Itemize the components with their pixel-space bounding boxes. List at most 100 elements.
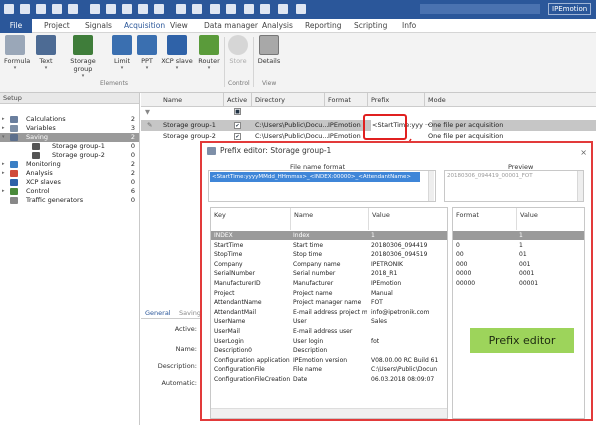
table-row[interactable]: Company Company name IPETRONIK	[211, 260, 447, 269]
menu-analysis[interactable]: Analysis	[262, 21, 293, 30]
expander-icon[interactable]: ▸	[2, 187, 5, 196]
sidebar-item-storage-group-2[interactable]: Storage group-2 0	[0, 151, 139, 160]
menu-info[interactable]: Info	[402, 21, 416, 30]
menu-view[interactable]: View	[170, 21, 188, 30]
table-row[interactable]: StartTime Start time 20180306_094419	[211, 241, 447, 250]
table-row[interactable]: StopTime Stop time 20180306_094519	[211, 250, 447, 259]
expander-icon[interactable]: ▸	[2, 124, 5, 133]
sidebar-item-storage-group-1[interactable]: Storage group-1 0	[0, 142, 139, 151]
formula-button[interactable]: Formula ▾	[4, 35, 30, 71]
col-format[interactable]: Format	[453, 208, 517, 230]
active-checkbox[interactable]: ✔	[234, 122, 241, 129]
menu-data-manager[interactable]: Data manager	[204, 21, 258, 30]
text-button[interactable]: Text ▾	[36, 35, 56, 71]
row-key: Company	[214, 260, 243, 268]
open-icon[interactable]	[36, 4, 46, 14]
col-value[interactable]: Value	[369, 208, 447, 230]
close-icon[interactable]: ×	[580, 145, 587, 161]
xcp-slave-button[interactable]: XCP slave ▾	[160, 35, 194, 71]
screenshot-icon[interactable]	[278, 4, 288, 14]
table-row[interactable]: AttendantName Project manager name FOT	[211, 298, 447, 307]
scrollbar[interactable]	[428, 171, 434, 201]
col-mode[interactable]: Mode	[428, 96, 446, 104]
table-row[interactable]: ManufacturerID Manufacturer IPEmotion	[211, 279, 447, 288]
expander-icon[interactable]: ▸	[2, 160, 5, 169]
format-row[interactable]: 000 001	[453, 260, 584, 269]
col-key[interactable]: Key	[211, 208, 291, 230]
filter-checkbox[interactable]: ■	[234, 108, 241, 115]
sidebar-item-monitoring[interactable]: ▸ Monitoring 2	[0, 160, 139, 169]
router-button[interactable]: Router ▾	[196, 35, 222, 71]
copy-icon[interactable]	[106, 4, 116, 14]
col-format-value[interactable]: Value	[517, 208, 584, 230]
file-name-format-text[interactable]: <StartTime:yyyyMMdd_HHmmss>_<INDEX:00000…	[210, 172, 420, 182]
col-name[interactable]: Name	[163, 96, 182, 104]
menu-scripting[interactable]: Scripting	[354, 21, 387, 30]
save-as-icon[interactable]	[68, 4, 78, 14]
save-icon[interactable]	[52, 4, 62, 14]
table-row[interactable]: INDEX Index 1	[211, 231, 447, 241]
delete-icon[interactable]	[176, 4, 186, 14]
table-row[interactable]: Description0 Description	[211, 346, 447, 355]
title-bar: IPEmotion	[0, 0, 596, 19]
menu-acquisition[interactable]: Acquisition	[124, 21, 165, 30]
table-row[interactable]: ConfigurationFileCreation Date 06.03.2018 …	[211, 375, 447, 384]
store-label: Store	[229, 57, 247, 65]
delete-all-icon[interactable]	[192, 4, 202, 14]
menu-signals[interactable]: Signals	[85, 21, 112, 30]
table-row[interactable]: Project Project name Manual	[211, 289, 447, 298]
sidebar-item-traffic-generators[interactable]: Traffic generators 0	[0, 196, 139, 205]
expander-icon[interactable]: ▸	[2, 169, 5, 178]
expander-icon[interactable]: ▾	[2, 133, 5, 142]
sidebar-item-variables[interactable]: ▸ Variables 3	[0, 124, 139, 133]
redo-icon[interactable]	[226, 4, 236, 14]
table-row[interactable]: AttendantMail E-mail address project mana…	[211, 308, 447, 317]
menu-file[interactable]: File	[0, 19, 32, 33]
format-row[interactable]: 00 01	[453, 250, 584, 259]
format-row[interactable]: 01	[453, 241, 584, 250]
scrollbar[interactable]	[577, 171, 583, 201]
col-active[interactable]: Active	[227, 96, 247, 104]
store-button[interactable]: Store	[228, 35, 248, 65]
details-button[interactable]: Details	[256, 35, 282, 65]
customize-icon[interactable]	[296, 4, 306, 14]
sidebar-item-analysis[interactable]: ▸ Analysis 2	[0, 169, 139, 178]
active-checkbox[interactable]: ✔	[234, 133, 241, 140]
dialog-title-bar[interactable]: Prefix editor: Storage group-1 ×	[202, 143, 591, 159]
sidebar-item-saving[interactable]: ▾ Saving 2	[0, 133, 139, 142]
new-icon[interactable]	[20, 4, 30, 14]
col-name[interactable]: Name	[291, 208, 369, 230]
paste-icon[interactable]	[122, 4, 132, 14]
table-row[interactable]: SerialNumber Serial number 2018_R1	[211, 269, 447, 278]
menu-project[interactable]: Project	[44, 21, 70, 30]
tab-saving[interactable]: Saving	[179, 309, 201, 317]
table-row[interactable]: UserLogin User login fot	[211, 337, 447, 346]
table-row[interactable]: UserMail E-mail address user	[211, 327, 447, 336]
row-directory: C:\Users\Public\Docu...	[255, 121, 329, 129]
horizontal-scrollbar[interactable]	[211, 408, 447, 418]
limit-button[interactable]: Limit ▾	[112, 35, 132, 71]
menu-reporting[interactable]: Reporting	[305, 21, 341, 30]
format-row[interactable]: 00000 00001	[453, 279, 584, 288]
settings-icon[interactable]	[244, 4, 254, 14]
paste-special-icon[interactable]	[138, 4, 148, 14]
table-row[interactable]: Configuration application IPEmotion versi…	[211, 356, 447, 365]
format-row[interactable]: 1	[453, 231, 584, 241]
format-row[interactable]: 0000 0001	[453, 269, 584, 278]
col-format[interactable]: Format	[328, 96, 351, 104]
expander-icon[interactable]: ▸	[2, 115, 5, 124]
sidebar-item-calculations[interactable]: ▸ Calculations 2	[0, 115, 139, 124]
table-row[interactable]: UserName User Sales	[211, 317, 447, 326]
cut-icon[interactable]	[90, 4, 100, 14]
undo-icon[interactable]	[210, 4, 220, 14]
ppt-button[interactable]: PPT ▾	[137, 35, 157, 71]
storage-group-button[interactable]: Storage group ▾	[60, 35, 106, 79]
sidebar-item-control[interactable]: ▸ Control 6	[0, 187, 139, 196]
sidebar-item-xcp-slaves[interactable]: XCP slaves 0	[0, 178, 139, 187]
tab-general[interactable]: General	[145, 309, 171, 317]
clipboard-icon[interactable]	[154, 4, 164, 14]
table-row[interactable]: ConfigurationFile File name C:\Users\Publi…	[211, 365, 447, 374]
help-icon[interactable]	[260, 4, 270, 14]
col-prefix[interactable]: Prefix	[371, 96, 389, 104]
col-directory[interactable]: Directory	[255, 96, 285, 104]
